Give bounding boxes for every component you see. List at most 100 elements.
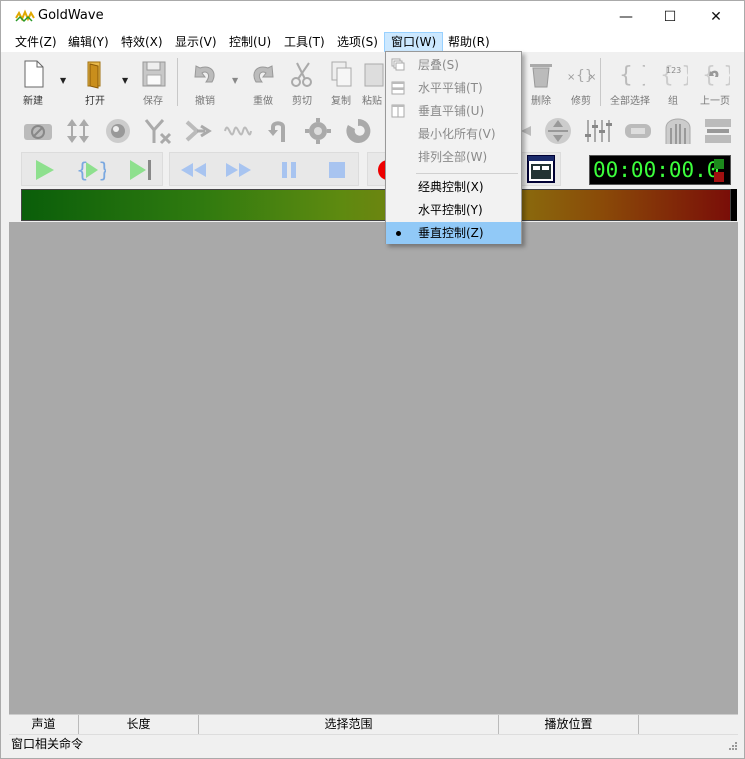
minimize-button[interactable]: — xyxy=(603,1,649,32)
flanger-icon[interactable] xyxy=(343,116,373,146)
menu-tools[interactable]: 工具(T) xyxy=(278,32,331,52)
window-layout-icon[interactable] xyxy=(527,155,555,183)
group-button[interactable]: { } 123 组 xyxy=(651,56,695,108)
cascade-label: 层叠(S) xyxy=(418,58,459,72)
compressor-icon[interactable] xyxy=(623,116,653,146)
menu-edit[interactable]: 编辑(Y) xyxy=(62,32,115,52)
level-led-green xyxy=(714,159,724,169)
new-dropdown-arrow-icon[interactable]: ▼ xyxy=(60,76,66,85)
pause-button[interactable] xyxy=(274,158,304,182)
cut-button[interactable]: 剪切 xyxy=(280,56,324,108)
menu-item-tile-horizontal[interactable]: 水平平铺(T) xyxy=(386,77,521,99)
menu-item-horizontal-control[interactable]: 水平控制(Y) xyxy=(386,199,521,221)
equalizer-icon[interactable] xyxy=(583,116,613,146)
resize-grip-icon[interactable] xyxy=(728,741,738,751)
noise-reduction-icon[interactable] xyxy=(23,116,53,146)
play-selection-button[interactable]: {} xyxy=(76,158,106,182)
window-toggle-group xyxy=(521,152,561,186)
toolbar-separator xyxy=(177,58,178,106)
undo-label: 撤销 xyxy=(195,96,215,107)
status-selection: 选择范围 xyxy=(199,715,499,735)
undo-icon xyxy=(194,65,215,83)
toolbar-separator xyxy=(600,58,601,106)
doppler-icon[interactable] xyxy=(663,116,693,146)
merge-arrow-icon[interactable] xyxy=(183,116,213,146)
effects-toolbar xyxy=(9,112,740,148)
select-all-label: 全部选择 xyxy=(610,96,650,107)
open-folder-icon xyxy=(87,61,101,89)
open-dropdown-arrow-icon[interactable]: ▼ xyxy=(122,76,128,85)
echo-icon[interactable] xyxy=(103,116,133,146)
fast-forward-button[interactable] xyxy=(224,158,254,182)
play-to-end-button[interactable] xyxy=(126,158,156,182)
save-button[interactable]: 保存 xyxy=(131,56,175,108)
tile-horizontal-label: 水平平铺(T) xyxy=(418,81,483,95)
horizontal-control-label: 水平控制(Y) xyxy=(418,203,483,217)
toolbar-area: 新建 ▼ 打开 ▼ 保存 撤销 ▼ 重做 剪切 复制 粘贴 删除 × {} × … xyxy=(9,52,740,222)
menu-item-vertical-control[interactable]: 垂直控制(Z) xyxy=(386,222,521,244)
reverse-icon[interactable] xyxy=(263,116,293,146)
rewind-button[interactable] xyxy=(178,158,208,182)
goldwave-logo-icon xyxy=(15,9,35,23)
mix-icon[interactable] xyxy=(143,116,173,146)
new-button[interactable]: 新建 xyxy=(11,56,55,108)
stop-button[interactable] xyxy=(322,158,352,182)
save-label: 保存 xyxy=(143,96,163,107)
delete-button[interactable]: 删除 xyxy=(519,56,563,108)
scissors-icon xyxy=(291,62,312,87)
record-button-group xyxy=(367,152,387,186)
svg-text:×: × xyxy=(588,72,596,83)
menu-item-arrange-all[interactable]: 排列全部(W) xyxy=(386,146,521,168)
arrange-all-label: 排列全部(W) xyxy=(418,150,488,164)
prev-page-button[interactable]: { } 上一页 xyxy=(693,56,737,108)
menu-item-classic-control[interactable]: 经典控制(X) xyxy=(386,176,521,198)
close-button[interactable]: ✕ xyxy=(693,1,739,32)
title-bar: GoldWave — ☐ ✕ xyxy=(1,1,744,32)
play-selection-icon: {} xyxy=(76,158,106,182)
undo-dropdown-arrow-icon[interactable]: ▼ xyxy=(232,76,238,85)
menu-view[interactable]: 显示(V) xyxy=(169,32,223,52)
trim-button[interactable]: × {} × 修剪 xyxy=(559,56,603,108)
waveform-icon[interactable] xyxy=(223,116,253,146)
svg-text:}: } xyxy=(98,158,106,182)
time-warp-icon[interactable] xyxy=(543,116,573,146)
svg-text:{: { xyxy=(76,158,89,182)
redo-button[interactable]: 重做 xyxy=(241,56,285,108)
select-all-button[interactable]: { } 全部选择 xyxy=(606,56,654,108)
menu-effects[interactable]: 特效(X) xyxy=(115,32,169,52)
copy-icon xyxy=(331,61,352,87)
status-bar: 声道 长度 选择范围 播放位置 xyxy=(9,714,738,735)
menu-item-cascade[interactable]: 层叠(S) xyxy=(386,54,521,76)
menu-control[interactable]: 控制(U) xyxy=(223,32,277,52)
menu-options[interactable]: 选项(S) xyxy=(331,32,384,52)
menu-help[interactable]: 帮助(R) xyxy=(442,32,496,52)
new-label: 新建 xyxy=(23,96,43,107)
paste-icon xyxy=(364,63,384,87)
open-button[interactable]: 打开 xyxy=(73,56,117,108)
window-menu-dropdown: 层叠(S) 水平平铺(T) 垂直平铺(U) 最小化所有(V) 排列全部(W) 经… xyxy=(385,51,522,244)
menu-item-minimize-all[interactable]: 最小化所有(V) xyxy=(386,123,521,145)
volume-shape-icon[interactable] xyxy=(63,116,93,146)
open-label: 打开 xyxy=(85,96,105,107)
prev-page-icon: { } xyxy=(702,63,730,88)
menu-item-tile-vertical[interactable]: 垂直平铺(U) xyxy=(386,100,521,122)
classic-control-label: 经典控制(X) xyxy=(418,180,484,194)
redo-icon xyxy=(253,65,274,83)
trash-icon xyxy=(530,64,552,88)
spectrum-filter-icon[interactable] xyxy=(703,116,733,146)
paste-button[interactable]: 粘贴 xyxy=(357,56,387,108)
new-file-icon xyxy=(24,60,44,88)
svg-text:{ }: { } xyxy=(619,63,645,88)
maximize-button[interactable]: ☐ xyxy=(647,1,693,32)
playback-toolbar: {} xyxy=(9,150,740,188)
group-123-icon: { } 123 xyxy=(660,63,688,88)
status-channel: 声道 xyxy=(9,715,79,735)
delete-label: 删除 xyxy=(531,96,551,107)
menu-file[interactable]: 文件(Z) xyxy=(9,32,63,52)
main-workspace[interactable] xyxy=(9,222,738,714)
undo-button[interactable]: 撤销 xyxy=(183,56,227,108)
select-all-icon: { } xyxy=(619,63,645,88)
play-button[interactable] xyxy=(28,158,58,182)
menu-window[interactable]: 窗口(W) xyxy=(384,32,444,52)
gear-effect-icon[interactable] xyxy=(303,116,333,146)
